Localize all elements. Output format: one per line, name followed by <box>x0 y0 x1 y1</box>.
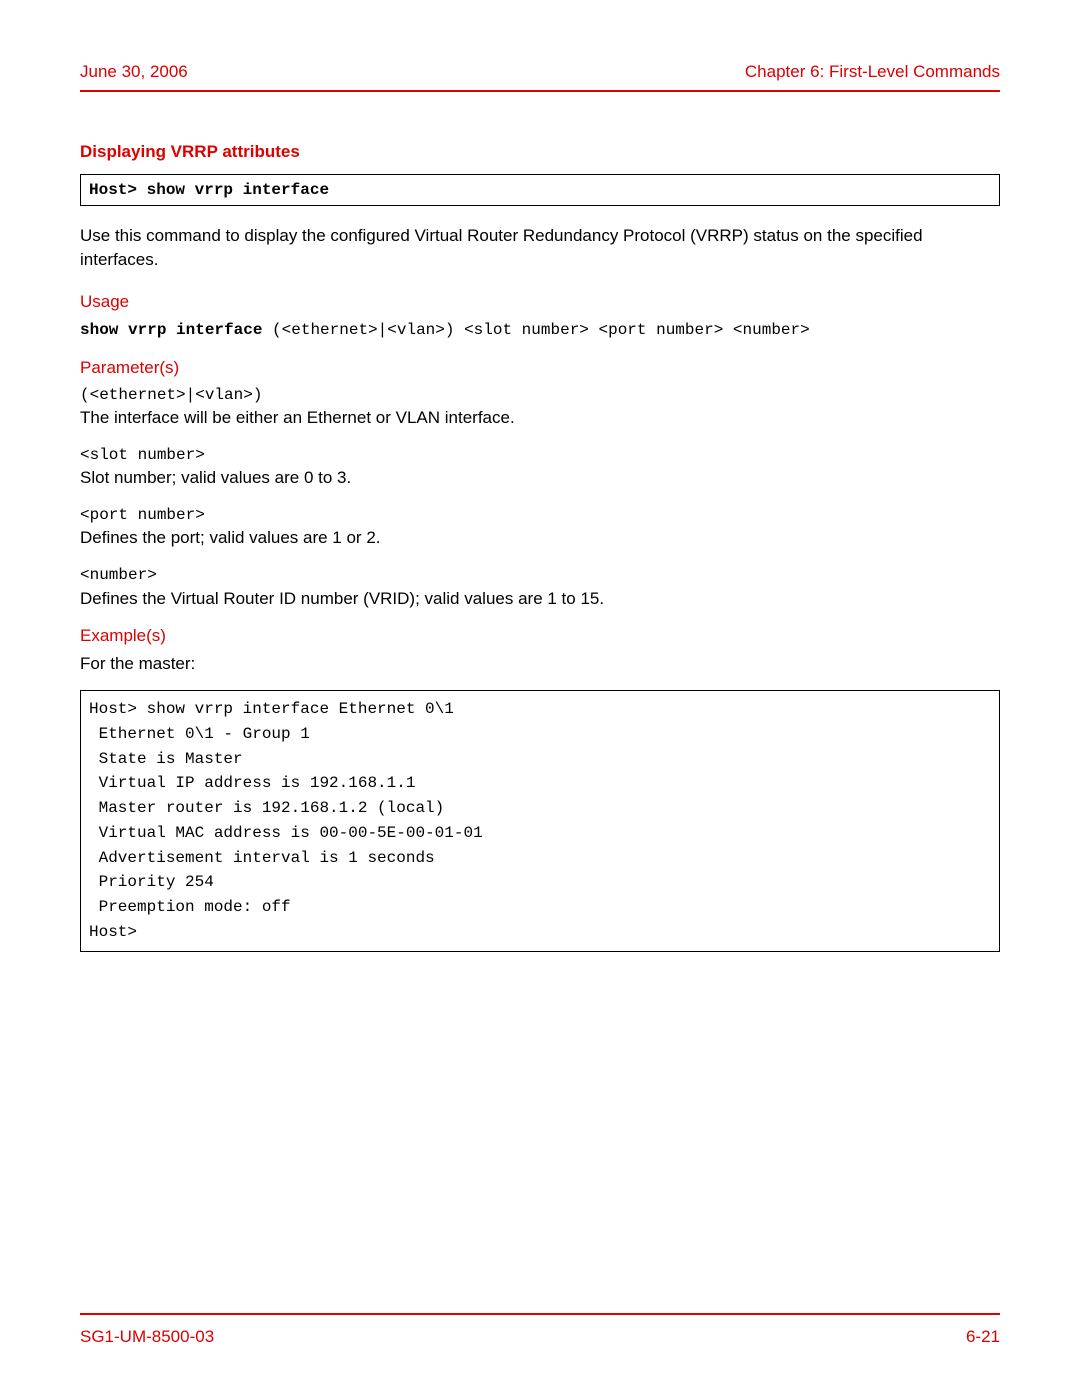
header-chapter: Chapter 6: First-Level Commands <box>745 60 1000 84</box>
example-output-box: Host> show vrrp interface Ethernet 0\1 E… <box>80 690 1000 952</box>
parameter-item: <number> Defines the Virtual Router ID n… <box>80 564 1000 610</box>
parameter-description: The interface will be either an Ethernet… <box>80 406 1000 430</box>
section-heading: Displaying VRRP attributes <box>80 140 1000 164</box>
usage-syntax: show vrrp interface (<ethernet>|<vlan>) … <box>80 317 1000 341</box>
parameter-item: <port number> Defines the port; valid va… <box>80 504 1000 550</box>
parameter-item: (<ethernet>|<vlan>) The interface will b… <box>80 384 1000 430</box>
page-footer: SG1-UM-8500-03 6-21 <box>80 1313 1000 1349</box>
footer-doc-id: SG1-UM-8500-03 <box>80 1325 214 1349</box>
footer-page-number: 6-21 <box>966 1325 1000 1349</box>
usage-heading: Usage <box>80 290 1000 314</box>
parameter-description: Slot number; valid values are 0 to 3. <box>80 466 1000 490</box>
command-syntax-box: Host> show vrrp interface <box>80 174 1000 206</box>
parameter-code: (<ethernet>|<vlan>) <box>80 384 1000 406</box>
parameter-code: <slot number> <box>80 444 1000 466</box>
parameter-description: Defines the port; valid values are 1 or … <box>80 526 1000 550</box>
examples-intro: For the master: <box>80 652 1000 676</box>
parameter-description: Defines the Virtual Router ID number (VR… <box>80 587 1000 611</box>
examples-heading: Example(s) <box>80 624 1000 648</box>
parameter-code: <number> <box>80 564 1000 586</box>
usage-command-bold: show vrrp interface <box>80 321 262 339</box>
page-header: June 30, 2006 Chapter 6: First-Level Com… <box>80 60 1000 92</box>
parameter-item: <slot number> Slot number; valid values … <box>80 444 1000 490</box>
intro-paragraph: Use this command to display the configur… <box>80 224 1000 272</box>
parameter-code: <port number> <box>80 504 1000 526</box>
header-date: June 30, 2006 <box>80 60 188 84</box>
parameters-heading: Parameter(s) <box>80 356 1000 380</box>
usage-command-rest: (<ethernet>|<vlan>) <slot number> <port … <box>262 321 809 339</box>
